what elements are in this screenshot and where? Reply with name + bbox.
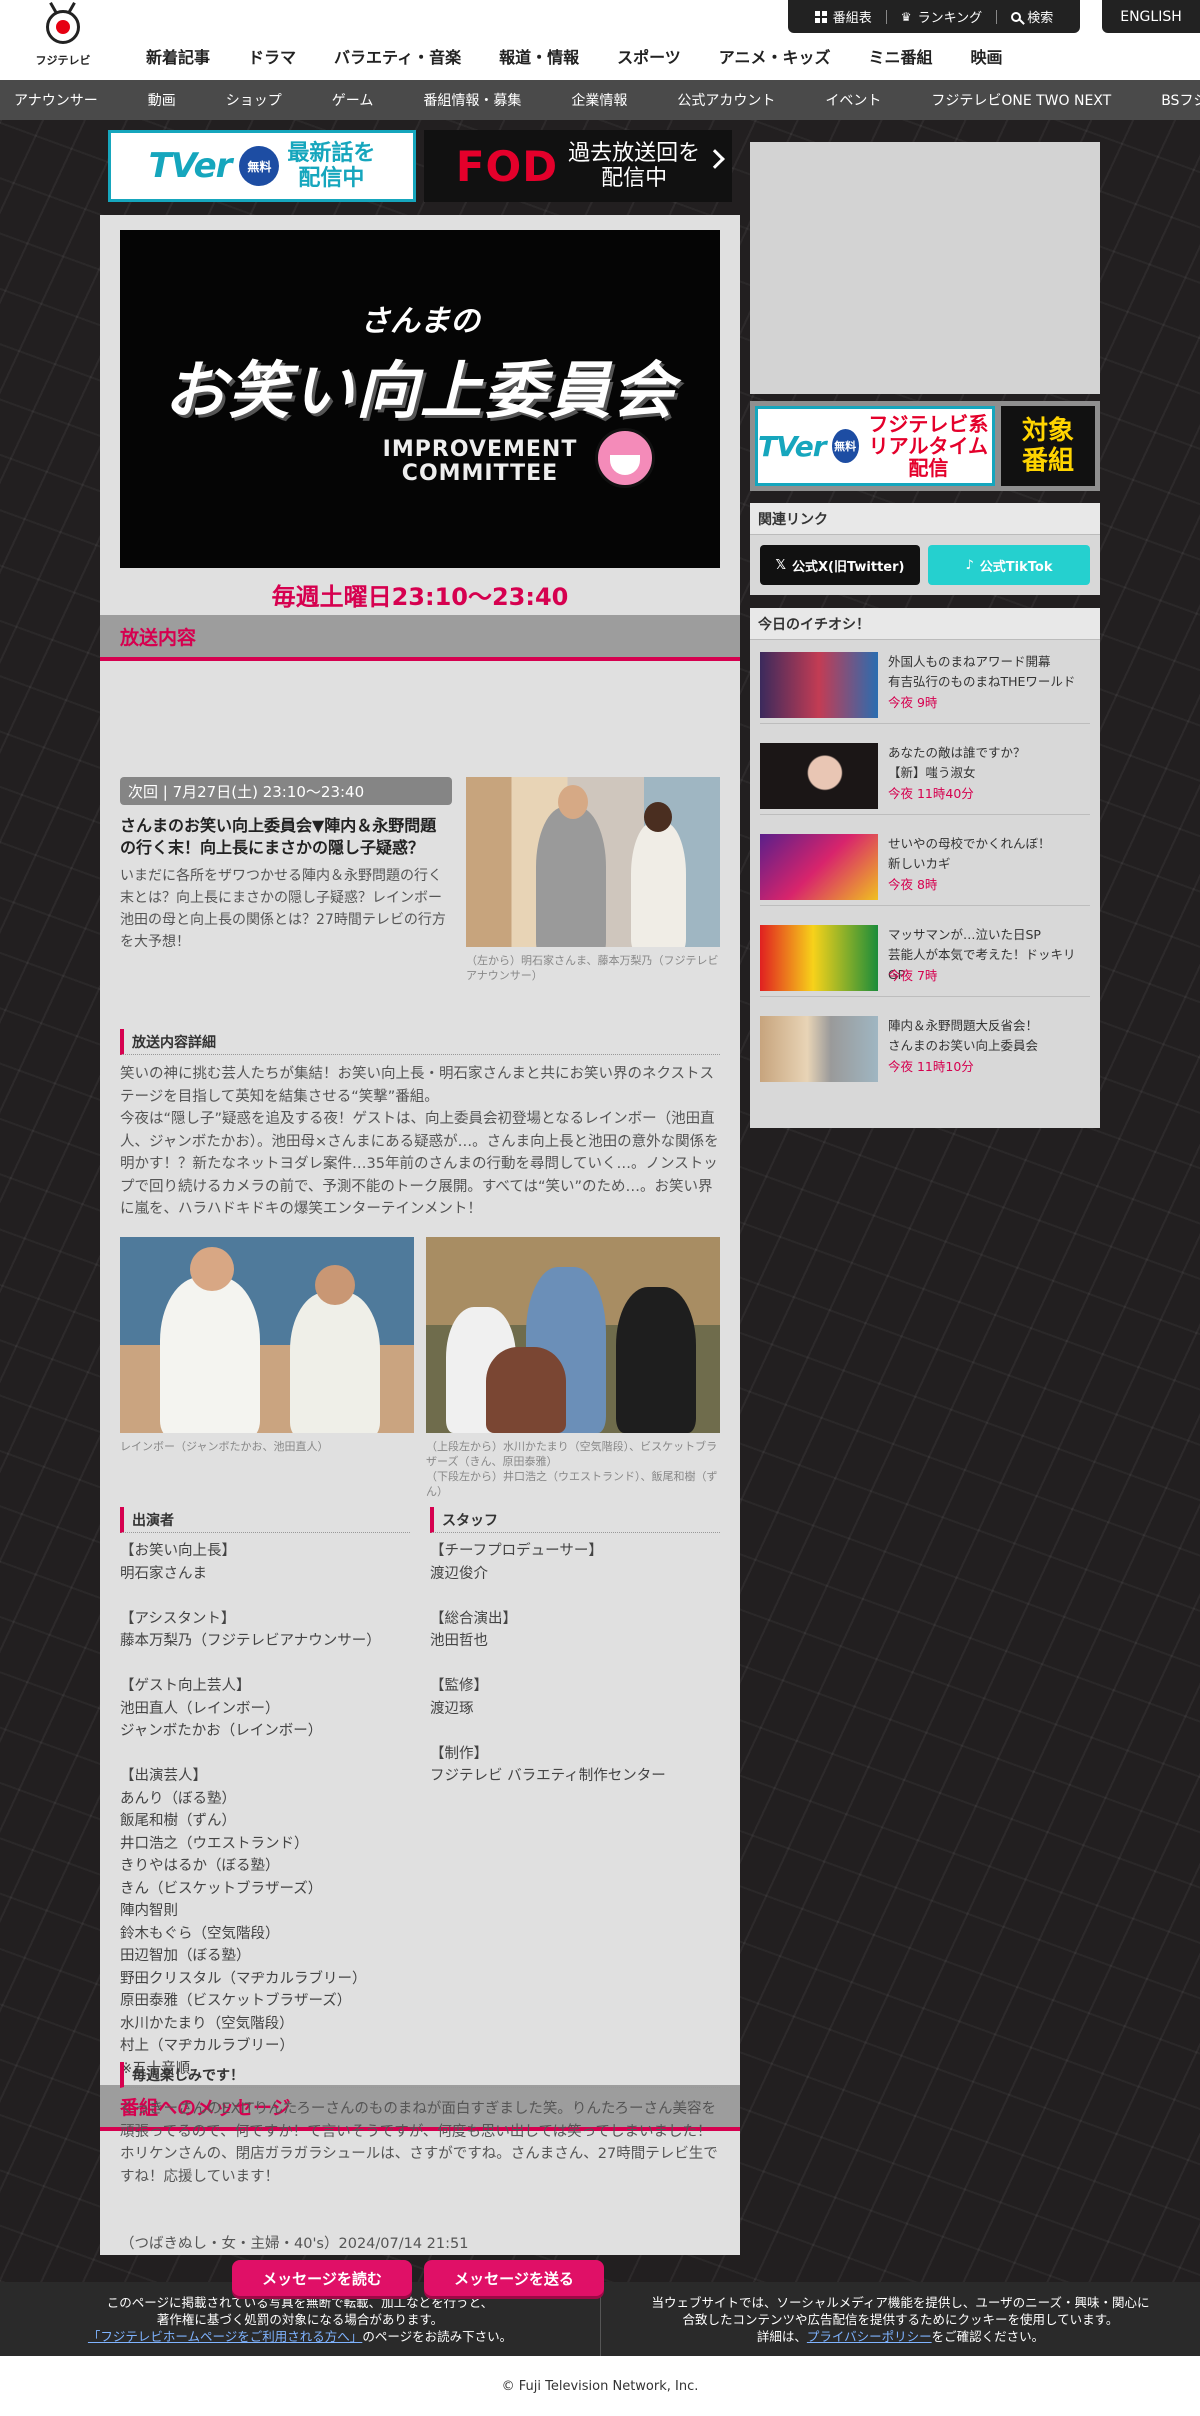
program-hero-image: さんまの お笑い向上委員会 IMPROVEMENT COMMITTEE xyxy=(120,230,720,568)
pick-item[interactable]: あなたの敵は誰ですか？ 【新】嗤う淑女 今夜 11時40分 xyxy=(760,739,1090,815)
subnav-bs-fuji[interactable]: BSフジ xyxy=(1161,90,1200,110)
nav-drama[interactable]: ドラマ xyxy=(248,44,296,68)
fod-logo: FOD xyxy=(455,141,559,191)
episode-title: さんまのお笑い向上委員会▼陣内＆永野問題の行く末！向上長にまさかの隠し子疑惑？ xyxy=(120,816,437,857)
subnav-games[interactable]: ゲーム xyxy=(332,90,374,110)
subnav-official-accounts[interactable]: 公式アカウント xyxy=(677,90,775,110)
todays-picks-title: 今日のイチオシ！ xyxy=(750,608,1100,640)
read-messages-button[interactable]: メッセージを読む xyxy=(232,2260,412,2296)
nav-news-info[interactable]: 報道・情報 xyxy=(499,44,579,68)
episode-description: いまだに各所をザワつかせる陣内＆永野問題の行く末とは？向上長にまさかの隠し子疑惑… xyxy=(120,868,446,950)
logo-text: フジテレビ xyxy=(35,54,91,67)
cookie-notice: 当ウェブサイトでは、ソーシャルメディア機能を提供し、ユーザのニーズ・興味・関心に… xyxy=(600,2282,1200,2356)
cast-list: 【お笑い向上長】 明石家さんま 【アシスタント】 藤本万梨乃（フジテレビアナウン… xyxy=(120,1543,381,2077)
pick-item[interactable]: マッサマンが…泣いた日SP 芸能人が本気で考えた！ドッキリGP 今夜 7時 xyxy=(760,921,1090,997)
nav-variety-music[interactable]: バラエティ・音楽 xyxy=(334,44,461,68)
pick-item[interactable]: 陣内＆永野問題大反省会！ さんまのお笑い向上委員会 今夜 11時10分 xyxy=(760,1012,1090,1088)
subnav-program-info[interactable]: 番組情報・募集 xyxy=(423,90,521,110)
staff-heading: スタッフ xyxy=(430,1507,720,1533)
send-message-button[interactable]: メッセージを送る xyxy=(424,2260,604,2296)
english-button[interactable]: ENGLISH xyxy=(1102,0,1200,33)
staff-list: 【チーフプロデューサー】 渡辺俊介 【総合演出】 池田哲也 【監修】 渡辺琢 【… xyxy=(430,1543,666,1784)
x-icon: 𝕏 xyxy=(775,557,786,573)
nav-anime-kids[interactable]: アニメ・キッズ xyxy=(719,44,831,68)
subnav-videos[interactable]: 動画 xyxy=(148,90,176,110)
pick-thumbnail xyxy=(760,834,878,900)
tver-logo: TVer xyxy=(758,429,827,463)
episode-photo-2 xyxy=(120,1237,414,1433)
nav-movies[interactable]: 映画 xyxy=(970,44,1002,68)
subnav-corporate[interactable]: 企業情報 xyxy=(571,90,627,110)
logo-eye-icon xyxy=(46,10,80,44)
episode-photo-1 xyxy=(466,777,720,947)
ranking-link[interactable]: ♛ ランキング xyxy=(900,7,982,27)
fod-banner[interactable]: FOD 過去放送回を 配信中 xyxy=(424,130,732,202)
sub-nav: アナウンサー 動画 ショップ ゲーム 番組情報・募集 企業情報 公式アカウント … xyxy=(0,80,1200,120)
episode-photo-3 xyxy=(426,1237,720,1433)
sidebar-tver-banner[interactable]: TVer 無料 フジテレビ系 リアルタイム配信 対象 番組 xyxy=(750,401,1100,491)
cast-heading: 出演者 xyxy=(120,1507,410,1533)
pick-thumbnail xyxy=(760,1016,878,1082)
pick-thumbnail xyxy=(760,743,878,809)
search-link[interactable]: 検索 xyxy=(1011,7,1053,26)
chevron-right-icon xyxy=(705,149,725,169)
pick-item[interactable]: 外国人ものまねアワード開幕 有吉弘行のものまねTHEワールド 今夜 9時 xyxy=(760,648,1090,724)
message-meta: （つばきぬし・女・主婦・40's）2024/07/14 21:51 xyxy=(120,2236,469,2252)
broadcast-section-heading: 放送内容 xyxy=(100,615,740,661)
page-body: TVer 無料 最新話を 配信中 FOD 過去放送回を 配信中 さんまの お笑い向上… xyxy=(0,120,1200,2296)
main-column: さんまの お笑い向上委員会 IMPROVEMENT COMMITTEE 毎週土曜日… xyxy=(100,215,740,2255)
nav-mini-programs[interactable]: ミニ番組 xyxy=(868,44,932,68)
message-sub-heading: 毎週楽しみです！ xyxy=(120,2062,720,2088)
nav-news[interactable]: 新着記事 xyxy=(146,44,210,68)
next-episode-badge: 次回 | 7月27日(土) 23:10～23:40 xyxy=(120,777,452,805)
site-header: フジテレビ 新着記事 ドラマ バラエティ・音楽 報道・情報 スポーツ アニメ・キ… xyxy=(0,0,1200,80)
todays-picks-box: 今日のイチオシ！ 外国人ものまねアワード開幕 有吉弘行のものまねTHEワールド 今… xyxy=(750,608,1100,1128)
schedule-link[interactable]: 番組表 xyxy=(814,7,872,26)
terms-of-use-link[interactable]: 「フジテレビホームページをご利用される方へ」 xyxy=(88,2329,362,2344)
program-logo-title: お笑い向上委員会 xyxy=(163,354,676,427)
tiktok-icon: ♪ xyxy=(965,557,974,573)
pick-item[interactable]: せいやの母校でかくれんぼ！ 新しいカギ 今夜 8時 xyxy=(760,830,1090,906)
free-badge: 無料 xyxy=(239,146,280,186)
related-links-title: 関連リンク xyxy=(750,503,1100,535)
photo-1-caption: （左から）明石家さんま、藤本万梨乃（フジテレビアナウンサー） xyxy=(466,954,719,982)
subnav-announcers[interactable]: アナウンサー xyxy=(14,90,98,110)
free-badge: 無料 xyxy=(831,429,859,463)
message-text: くっきーさんのEXITりんたろーさんのものまねが面白すぎました笑。りんたろーさん… xyxy=(120,2101,718,2185)
pick-thumbnail xyxy=(760,925,878,991)
top-banners: TVer 無料 最新話を 配信中 FOD 過去放送回を 配信中 xyxy=(108,130,732,202)
related-links-box: 関連リンク 𝕏 公式X(旧Twitter) ♪ 公式TikTok xyxy=(750,503,1100,595)
photo-3-caption: （上段左から）水川かたまり（空気階段）、ビスケットブラザーズ（きん、原田泰雅） … xyxy=(426,1440,718,1498)
tver-banner[interactable]: TVer 無料 最新話を 配信中 xyxy=(108,130,416,202)
photo-2-caption: レインボー（ジャンボたかお、池田直人） xyxy=(120,1440,329,1453)
pick-thumbnail xyxy=(760,652,878,718)
airtime: 毎週土曜日23:10～23:40 xyxy=(271,583,569,611)
main-nav: 新着記事 ドラマ バラエティ・音楽 報道・情報 スポーツ アニメ・キッズ ミニ番… xyxy=(146,44,1041,68)
grid-icon xyxy=(814,10,827,23)
search-icon xyxy=(1011,11,1022,22)
tver-logo: TVer xyxy=(148,146,233,186)
subnav-shop[interactable]: ショップ xyxy=(226,90,282,110)
privacy-policy-link[interactable]: プライバシーポリシー xyxy=(807,2329,932,2344)
official-x-button[interactable]: 𝕏 公式X(旧Twitter) xyxy=(760,545,920,585)
detail-text: 笑いの神に挑む芸人たちが集結！お笑い向上長・明石家さんまと共にお笑い界のネクスト… xyxy=(120,1066,719,1217)
crown-icon: ♛ xyxy=(900,9,912,24)
utility-bar: 番組表 ♛ ランキング 検索 xyxy=(788,0,1080,33)
sidebar-ad-slot xyxy=(750,142,1100,394)
copyright: © Fuji Television Network, Inc. xyxy=(0,2356,1200,2416)
laughing-face-icon xyxy=(595,428,655,488)
fujitv-logo[interactable]: フジテレビ xyxy=(30,2,96,70)
nav-sports[interactable]: スポーツ xyxy=(617,44,681,68)
subnav-events[interactable]: イベント xyxy=(825,90,881,110)
subnav-one-two-next[interactable]: フジテレビONE TWO NEXT xyxy=(931,90,1111,110)
official-tiktok-button[interactable]: ♪ 公式TikTok xyxy=(928,545,1090,585)
detail-heading: 放送内容詳細 xyxy=(120,1029,720,1055)
